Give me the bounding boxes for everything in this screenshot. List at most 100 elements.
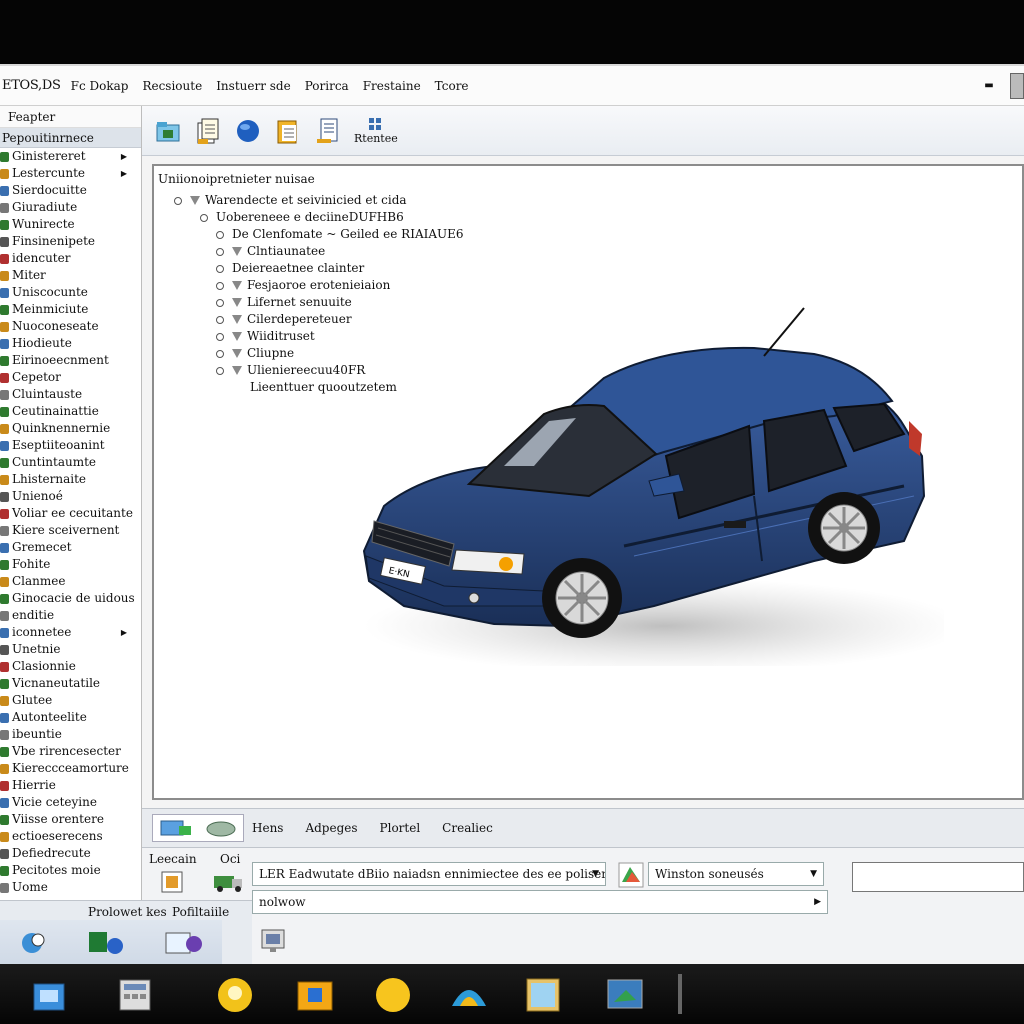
folder-icon[interactable]	[296, 976, 334, 1014]
tree-node[interactable]: De Clenfomate ~ Geiled ee RIAIAUE6	[216, 226, 464, 243]
sidebar-item[interactable]: Ginocacie de uidous	[0, 590, 141, 607]
sidebar-item[interactable]: Wunirecte	[0, 216, 141, 233]
tree-node[interactable]: Cilerdepereteuer	[216, 311, 352, 328]
sidebar-item[interactable]: Clanmee	[0, 573, 141, 590]
gallery-icon[interactable]	[162, 928, 206, 958]
expand-toggle-icon[interactable]	[216, 332, 224, 341]
expand-toggle-icon[interactable]	[216, 230, 224, 239]
expand-toggle-icon[interactable]	[200, 213, 208, 222]
expand-toggle-icon[interactable]	[216, 349, 224, 358]
window-icon[interactable]	[524, 976, 562, 1014]
tab-hens[interactable]: Hens	[252, 821, 283, 835]
palette-icon[interactable]	[618, 862, 644, 888]
tree-node[interactable]: Wiiditruset	[216, 328, 315, 345]
sidebar-item[interactable]: enditie	[0, 607, 141, 624]
expand-toggle-icon[interactable]	[216, 366, 224, 375]
sidebar-item[interactable]: Nuoconeseate	[0, 318, 141, 335]
status-field[interactable]: Winston soneusés ▼	[648, 862, 824, 886]
chevron-right-icon[interactable]: ▶	[121, 165, 127, 182]
sidebar-item[interactable]: Pecitotes moie	[0, 862, 141, 879]
sun-icon[interactable]	[374, 976, 412, 1014]
sidebar-item[interactable]: Fohite	[0, 556, 141, 573]
card-icon[interactable]	[160, 870, 184, 894]
report-button[interactable]	[314, 116, 342, 146]
sidebar-item[interactable]: ectioeserecens	[0, 828, 141, 845]
sidebar-item[interactable]: Unetnie	[0, 641, 141, 658]
sidebar-item[interactable]: idencuter	[0, 250, 141, 267]
sidebar-item[interactable]: Unienoé	[0, 488, 141, 505]
screen-icon[interactable]	[606, 976, 644, 1014]
sidebar-item[interactable]: Meinmiciute	[0, 301, 141, 318]
expand-toggle-icon[interactable]	[174, 196, 182, 205]
browser-icon[interactable]	[450, 976, 488, 1014]
lightbulb-icon[interactable]	[216, 976, 254, 1014]
chevron-right-icon[interactable]: ▶	[814, 891, 821, 913]
sidebar-item[interactable]: ibeuntie	[0, 726, 141, 743]
sidebar-item[interactable]: Ceutinainattie	[0, 403, 141, 420]
search-globe-icon[interactable]	[16, 928, 52, 958]
sidebar-item[interactable]: Hierrie	[0, 777, 141, 794]
sidebar-item[interactable]: Cluintauste	[0, 386, 141, 403]
sidebar-item[interactable]: Lestercunte ▶	[0, 165, 141, 182]
computer-icon[interactable]	[258, 928, 290, 956]
chevron-down-icon[interactable]: ▼	[810, 863, 817, 885]
tree-node[interactable]: Cliupne	[216, 345, 294, 362]
sidebar-item[interactable]: Hiodieute	[0, 335, 141, 352]
menu-item-window[interactable]: Frestaine	[363, 79, 421, 93]
tools-button[interactable]: Rtentee	[354, 116, 398, 146]
sidebar-item[interactable]: Cuntintaumte	[0, 454, 141, 471]
expand-toggle-icon[interactable]	[216, 315, 224, 324]
sidebar-item[interactable]: Voliar ee cecuitante	[0, 505, 141, 522]
sidebar-item[interactable]: Vicie ceteyine	[0, 794, 141, 811]
calculator-icon[interactable]	[116, 976, 154, 1014]
sidebar-item[interactable]: Finsinenipete	[0, 233, 141, 250]
sidebar-item[interactable]: Autonteelite	[0, 709, 141, 726]
sidebar-item[interactable]: Cepetor	[0, 369, 141, 386]
sidebar-item[interactable]: Glutee	[0, 692, 141, 709]
sidebar-item[interactable]: iconnetee ▶	[0, 624, 141, 641]
clipboard-button[interactable]	[274, 116, 302, 146]
tab-plortel[interactable]: Plortel	[380, 821, 421, 835]
tree-node[interactable]: Fesjaoroe erotenieiaion	[216, 277, 390, 294]
tree-node[interactable]: Ulieniereecuu40FR	[216, 362, 365, 379]
sidebar-item[interactable]: Eseptiiteoanint	[0, 437, 141, 454]
sidebar-item[interactable]: Gremecet	[0, 539, 141, 556]
sidebar-subheader[interactable]: Pepouitinrnece	[0, 128, 141, 148]
chevron-down-icon[interactable]: ▼	[592, 863, 599, 885]
expand-toggle-icon[interactable]	[216, 298, 224, 307]
chevron-right-icon[interactable]: ▶	[121, 148, 127, 165]
network-icon[interactable]	[30, 976, 68, 1014]
open-folder-button[interactable]	[154, 116, 182, 146]
tree-node[interactable]: Deiereaetnee clainter	[216, 260, 364, 277]
sidebar-item[interactable]: Uniscocunte	[0, 284, 141, 301]
tab-adpeges[interactable]: Adpeges	[305, 821, 357, 835]
sidebar-item[interactable]: Viisse orentere	[0, 811, 141, 828]
sidebar-item[interactable]: Eirinoeecnment	[0, 352, 141, 369]
tree-node[interactable]: Lifernet senuuite	[216, 294, 352, 311]
sidebar-item[interactable]: Uome	[0, 879, 141, 896]
menu-item-insert[interactable]: Instuerr sde	[216, 79, 291, 93]
sidebar-item[interactable]: Miter	[0, 267, 141, 284]
extra-field[interactable]	[852, 862, 1024, 892]
tree-node[interactable]: Uobereneee e deciineDUFHB6	[200, 209, 404, 226]
tree-node[interactable]: Warendecte et seivinicied et cida	[174, 192, 407, 209]
description-field[interactable]: LER Eadwutate dBiio naiadsn ennimiectee …	[252, 862, 606, 886]
sidebar-item[interactable]: Vbe rirencesecter	[0, 743, 141, 760]
sidebar-item[interactable]: Lhisternaite	[0, 471, 141, 488]
sidebar-item[interactable]: Vicnaneutatile	[0, 675, 141, 692]
sidebar-item[interactable]: Kiereccceamorture	[0, 760, 141, 777]
second-row-field[interactable]: nolwow ▶	[252, 890, 828, 914]
sidebar-item[interactable]: Ginistereret ▶	[0, 148, 141, 165]
minimize-button[interactable]: ▬	[980, 79, 998, 93]
sidebar-item[interactable]: Defiedrecute	[0, 845, 141, 862]
menu-item-tools[interactable]: Tcore	[435, 79, 469, 93]
truck-icon[interactable]	[212, 870, 246, 894]
document-button[interactable]	[194, 116, 222, 146]
chevron-right-icon[interactable]: ▶	[121, 624, 127, 641]
sidebar-item[interactable]: Giuradiute	[0, 199, 141, 216]
expand-toggle-icon[interactable]	[216, 264, 224, 273]
sidebar-item[interactable]: Kiere sceivernent	[0, 522, 141, 539]
sidebar-item[interactable]: Quinknennernie	[0, 420, 141, 437]
expand-toggle-icon[interactable]	[216, 247, 224, 256]
tab-crealiec[interactable]: Crealiec	[442, 821, 493, 835]
